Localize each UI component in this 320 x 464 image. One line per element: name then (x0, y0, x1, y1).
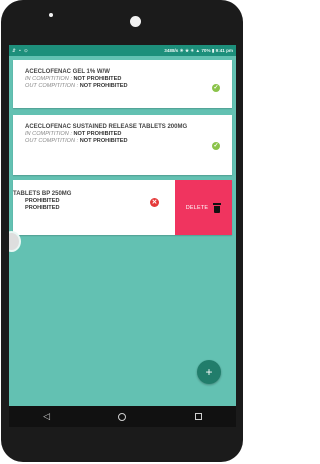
in-competition-label: IN COMPITITION : (25, 76, 72, 82)
navigation-bar: ◁ (9, 406, 236, 427)
status-right-info: 3488/s ☀ ★ ✴ ▲ 70% ▮ 9:41 pm (164, 47, 233, 53)
out-competition-value: NOT PROHIBITED (79, 138, 128, 145)
out-competition-value: PROHIBITED (25, 205, 60, 212)
delete-label: DELETE (185, 204, 209, 211)
in-competition-value: PROHIBITED (25, 198, 60, 204)
swiped-list-item[interactable]: TABLETS BP 250MG PROHIBITED PROHIBITED ✕… (13, 180, 232, 235)
camera-dot (130, 16, 141, 27)
out-competition-label: OUT COMPITITION : (25, 138, 79, 145)
delete-button[interactable]: DELETE (175, 180, 232, 235)
x-circle-icon[interactable]: ✕ (150, 198, 159, 207)
trash-icon (213, 202, 222, 213)
in-competition-label: IN COMPITITION : (25, 131, 72, 137)
item-title: ACECLOFENAC SUSTAINED RELEASE TABLETS 20… (25, 124, 188, 130)
check-circle-icon: ✓ (212, 84, 220, 92)
in-competition-value: NOT PROHIBITED (73, 76, 122, 82)
list-item-content: ACECLOFENAC SUSTAINED RELEASE TABLETS 20… (25, 124, 200, 145)
status-left-icons: ⇵ • ⊙ (12, 47, 29, 53)
in-competition-value: NOT PROHIBITED (73, 131, 122, 137)
recents-icon[interactable] (194, 413, 202, 420)
speaker-dot (49, 13, 53, 17)
list-item[interactable]: ACECLOFENAC GEL 1% W/W IN COMPITITION : … (13, 60, 232, 108)
phone-frame: ⇵ • ⊙ 3488/s ☀ ★ ✴ ▲ 70% ▮ 9:41 pm ACECL… (1, 0, 243, 462)
list-item-content: ACECLOFENAC GEL 1% W/W IN COMPITITION : … (25, 69, 200, 90)
out-competition-label: OUT COMPITITION : (25, 83, 79, 90)
in-competition-row: IN COMPITITION : NOT PROHIBITED (25, 131, 200, 138)
app-screen: ⇵ • ⊙ 3488/s ☀ ★ ✴ ▲ 70% ▮ 9:41 pm ACECL… (9, 45, 236, 427)
status-bar: ⇵ • ⊙ 3488/s ☀ ★ ✴ ▲ 70% ▮ 9:41 pm (9, 45, 236, 56)
out-competition-row: OUT COMPITITION : NOT PROHIBITED (25, 138, 200, 145)
in-competition-row: PROHIBITED (13, 198, 143, 205)
check-circle-icon: ✓ (212, 142, 220, 150)
item-title: ACECLOFENAC GEL 1% W/W (25, 69, 110, 75)
in-competition-row: IN COMPITITION : NOT PROHIBITED (25, 76, 200, 83)
item-title: TABLETS BP 250MG (13, 191, 72, 197)
out-competition-row: PROHIBITED (13, 205, 143, 212)
add-button[interactable]: + (197, 360, 221, 384)
out-competition-value: NOT PROHIBITED (79, 83, 128, 90)
out-competition-row: OUT COMPITITION : NOT PROHIBITED (25, 83, 200, 90)
home-icon[interactable] (118, 412, 127, 421)
list-item[interactable]: ACECLOFENAC SUSTAINED RELEASE TABLETS 20… (13, 115, 232, 175)
back-icon[interactable]: ◁ (43, 411, 50, 422)
list-item-content: TABLETS BP 250MG PROHIBITED PROHIBITED (13, 191, 143, 212)
